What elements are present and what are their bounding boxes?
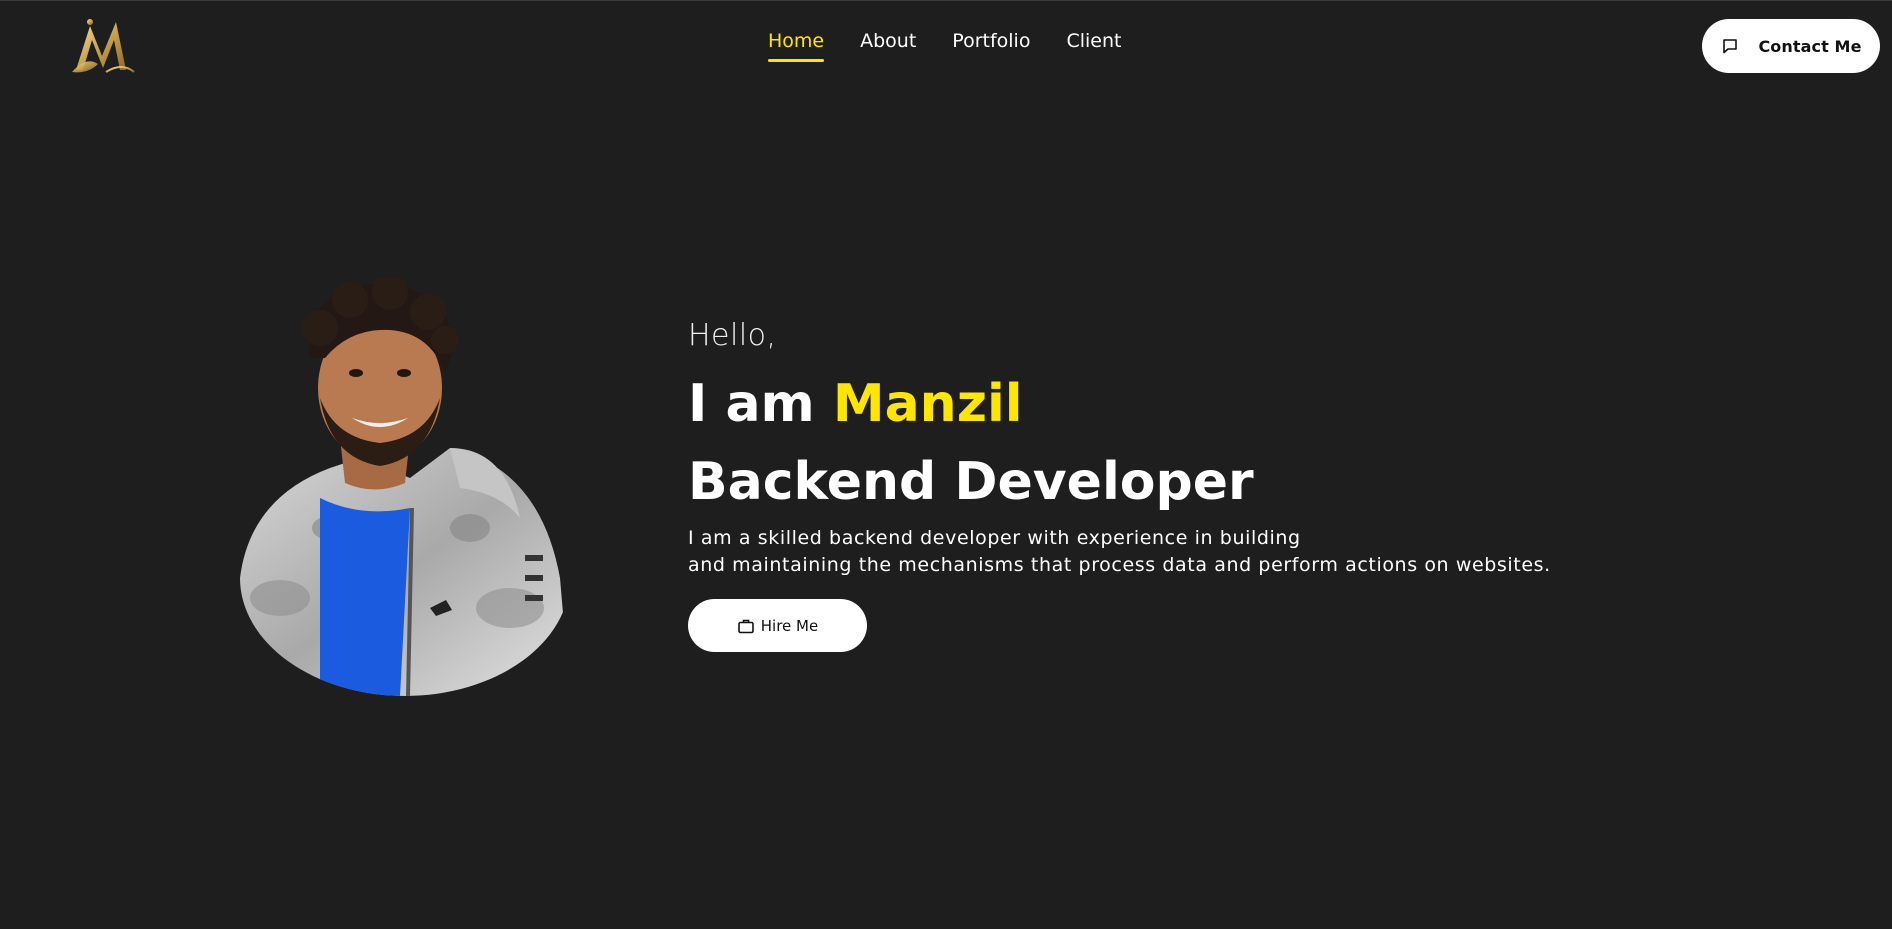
description-line-2: and maintaining the mechanisms that proc… <box>688 554 1551 576</box>
nav-client[interactable]: Client <box>1066 30 1121 62</box>
contact-me-label: Contact Me <box>1758 36 1862 56</box>
nav-portfolio[interactable]: Portfolio <box>952 30 1030 62</box>
main-nav: Home About Portfolio Client <box>768 30 1157 70</box>
nav-about[interactable]: About <box>860 30 916 62</box>
briefcase-icon <box>737 617 755 635</box>
hire-me-label: Hire Me <box>760 616 819 635</box>
gold-m-monogram-icon <box>72 19 135 73</box>
logo[interactable] <box>66 12 138 78</box>
role-heading: Backend Developer <box>688 452 1254 512</box>
intro-prefix: I am <box>688 374 815 434</box>
hero-description: I am a skilled backend developer with ex… <box>688 525 1588 579</box>
description-line-1: I am a skilled backend developer with ex… <box>688 527 1301 549</box>
developer-name: Manzil <box>832 374 1023 434</box>
greeting: Hello, <box>688 318 777 353</box>
intro-heading: I am Manzil <box>688 364 1588 444</box>
site-header: Home About Portfolio Client Contact Me <box>0 0 1892 90</box>
message-square-icon <box>1720 36 1740 56</box>
nav-home[interactable]: Home <box>768 30 825 62</box>
hero-text: Hello, I am Manzil Backend Developer I a… <box>688 318 1588 652</box>
hire-me-button[interactable]: Hire Me <box>688 599 867 652</box>
contact-me-button[interactable]: Contact Me <box>1702 19 1880 73</box>
profile-photo <box>240 278 570 696</box>
